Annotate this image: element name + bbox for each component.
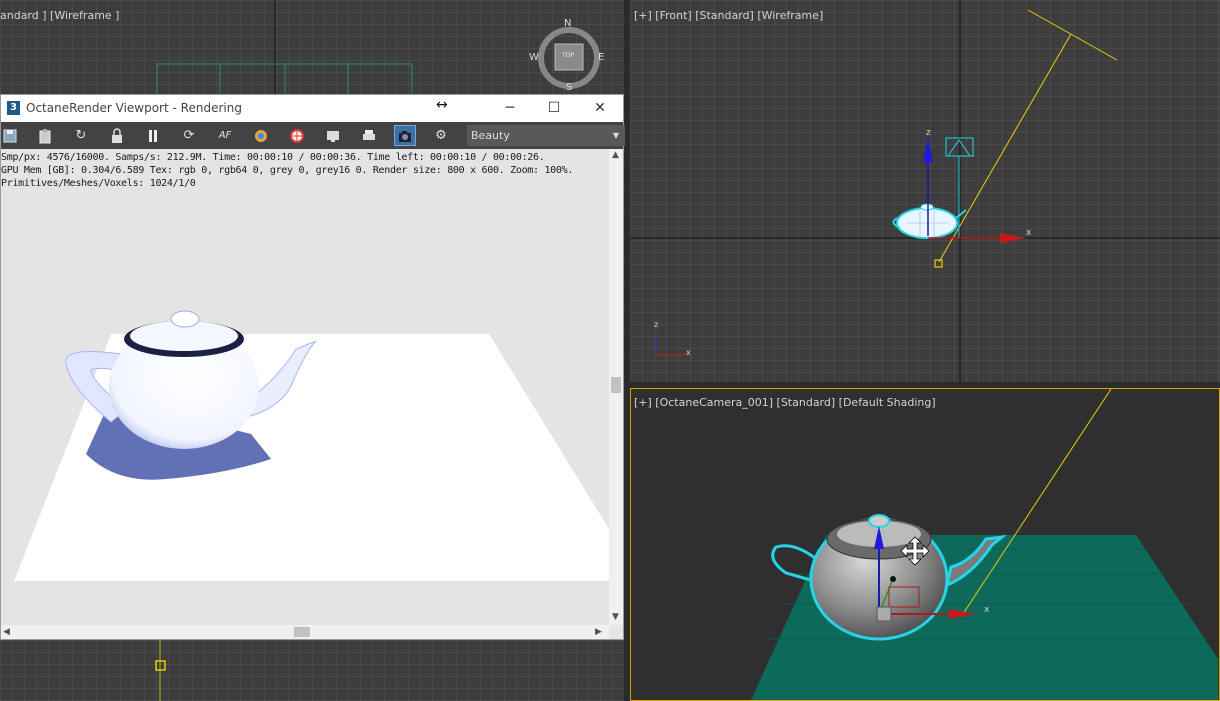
bottom-left-viewport[interactable] <box>0 640 624 701</box>
viewcube-top-face[interactable]: TOP <box>562 52 574 59</box>
viewcube-north[interactable]: N <box>564 18 571 29</box>
pause-icon[interactable] <box>142 125 164 146</box>
render-pass-value: Beauty <box>471 129 510 142</box>
front-scene <box>630 0 1220 382</box>
front-z-axis-label: z <box>926 128 931 138</box>
render-toolbar: ↻ ⟳ AF ⚙ Beauty ▼ <box>0 122 625 149</box>
print-icon[interactable] <box>358 125 380 146</box>
viewport-grid-lines <box>156 0 413 94</box>
render-canvas[interactable]: Smp/px: 4576/16000. Samps/s: 212.9M. Tim… <box>1 149 609 625</box>
maximize-button[interactable]: ☐ <box>531 95 577 122</box>
tripod-x-label: x <box>686 348 691 357</box>
viewcube-west[interactable]: W <box>529 52 539 63</box>
vertical-scrollbar[interactable]: ▲ ▼ <box>609 149 623 625</box>
refresh-icon[interactable]: ⟳ <box>178 125 200 146</box>
lock-icon[interactable] <box>106 125 128 146</box>
viewcube-south[interactable]: S <box>566 82 572 93</box>
3dsmax-app-icon: 3 <box>7 101 20 115</box>
tripod-z-label: z <box>654 320 659 329</box>
scroll-down-icon[interactable]: ▼ <box>612 611 619 623</box>
camera-scene <box>751 389 1218 700</box>
front-x-axis-label: x <box>1026 228 1032 238</box>
color-picker-icon[interactable] <box>250 125 272 146</box>
viewport-grid-lines <box>155 640 166 701</box>
settings-icon[interactable]: ⚙ <box>430 125 452 146</box>
af-icon[interactable]: AF <box>214 125 236 146</box>
chevron-down-icon: ▼ <box>612 131 619 140</box>
scroll-right-icon[interactable]: ▶ <box>595 626 602 638</box>
front-viewport[interactable]: [+] [Front] [Standard] [Wireframe] x z z… <box>630 0 1220 382</box>
render-region-icon[interactable] <box>286 125 308 146</box>
resize-cursor-icon: ↔ <box>436 97 448 113</box>
scroll-up-icon[interactable]: ▲ <box>612 149 619 161</box>
minimize-button[interactable]: ─ <box>487 95 533 122</box>
render-window-titlebar[interactable]: 3 OctaneRender Viewport - Rendering ↔ ─ … <box>1 95 623 122</box>
viewcube[interactable]: N W E TOP S <box>529 18 605 93</box>
camera-icon[interactable] <box>394 125 416 146</box>
top-left-viewport[interactable]: andard ] [Wireframe ] N W E TOP S <box>0 0 624 94</box>
horizontal-scrollbar[interactable]: ◀ ▶ <box>1 625 609 639</box>
camera-x-axis-label: x <box>984 605 990 615</box>
rendered-image <box>14 310 609 581</box>
viewcube-east[interactable]: E <box>598 52 604 63</box>
close-button[interactable]: ✕ <box>577 95 623 122</box>
restart-icon[interactable]: ↻ <box>70 125 92 146</box>
render-pass-select[interactable]: Beauty ▼ <box>467 125 625 146</box>
teapot-wireframe-icon <box>892 203 967 239</box>
display-icon[interactable] <box>322 125 344 146</box>
vertical-scroll-thumb[interactable] <box>611 377 621 393</box>
camera-viewport[interactable]: [+] [OctaneCamera_001] [Standard] [Defau… <box>630 388 1220 701</box>
clipboard-icon[interactable] <box>34 125 56 146</box>
octane-render-window[interactable]: 3 OctaneRender Viewport - Rendering ↔ ─ … <box>0 94 625 640</box>
save-icon[interactable] <box>0 125 21 146</box>
scroll-left-icon[interactable]: ◀ <box>3 626 10 638</box>
window-title: OctaneRender Viewport - Rendering <box>26 101 242 115</box>
horizontal-scroll-thumb[interactable] <box>294 627 310 637</box>
